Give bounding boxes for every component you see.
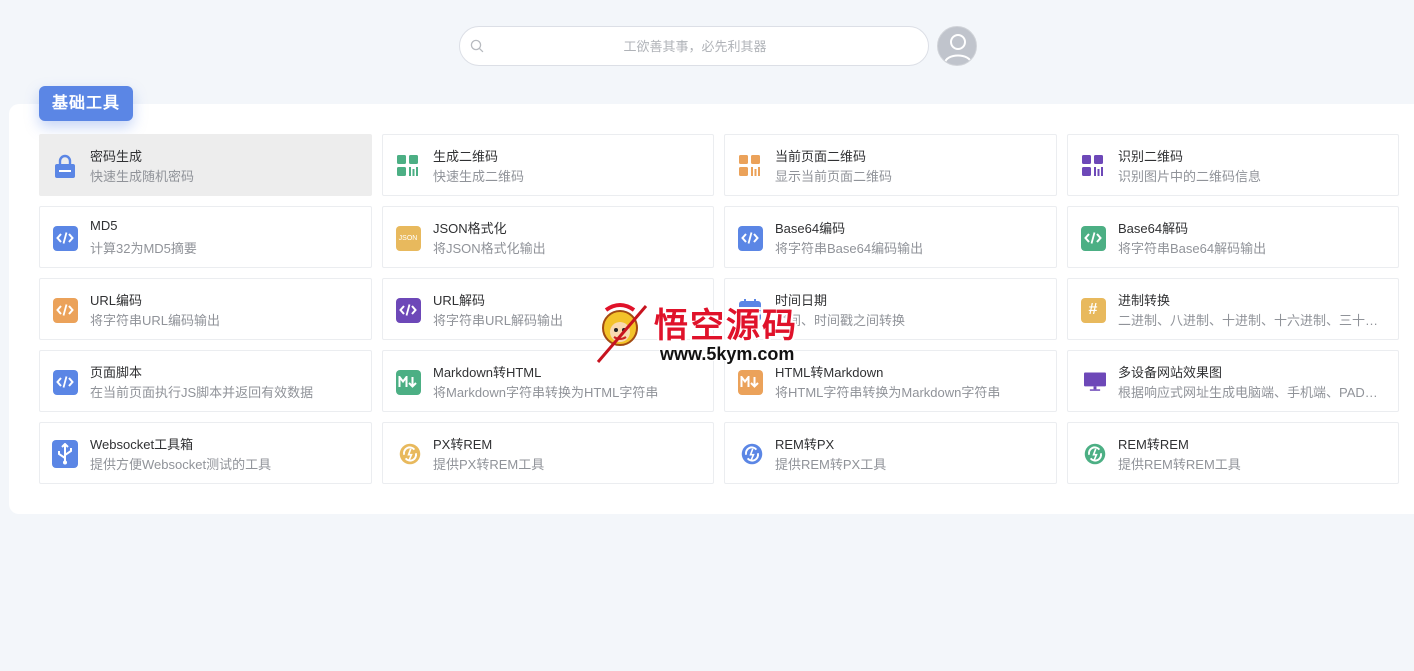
tool-description: 显示当前页面二维码 [775, 169, 893, 184]
qrcode-icon [395, 153, 421, 179]
tool-description: 二进制、八进制、十进制、十六进制、三十二进制 [1118, 313, 1384, 328]
tool-title: Markdown转HTML [433, 365, 542, 380]
calendar-icon [737, 297, 763, 323]
code-icon [737, 225, 763, 251]
tool-title: 生成二维码 [433, 149, 499, 164]
tool-description: 提供REM转PX工具 [775, 457, 887, 472]
qrcode-icon [1080, 153, 1106, 179]
tool-description: 将字符串URL解码输出 [433, 313, 564, 328]
tool-description: 将JSON格式化输出 [433, 241, 546, 256]
tool-description: 将Markdown字符串转换为HTML字符串 [433, 385, 659, 400]
avatar[interactable] [937, 26, 977, 66]
tool-description: 识别图片中的二维码信息 [1118, 169, 1262, 184]
section-title: 基础工具 [39, 86, 133, 121]
code-icon [52, 297, 78, 323]
tool-grid: 密码生成快速生成随机密码 生成二维码快速生成二维码 当前页面二维码显示当前页面二… [39, 134, 1399, 484]
tool-title: Base64编码 [775, 221, 846, 236]
tool-card[interactable]: 密码生成快速生成随机密码 [39, 134, 372, 196]
tool-title: PX转REM [433, 437, 493, 452]
tool-card[interactable]: REM转REM 提供REM转REM工具 [1067, 422, 1399, 484]
tool-title: 密码生成 [90, 149, 143, 164]
tool-title: URL解码 [433, 293, 486, 308]
tool-card[interactable]: 时间日期时间、时间戳之间转换 [724, 278, 1057, 340]
tool-card[interactable]: Markdown转HTML 将Markdown字符串转换为HTML字符串 [382, 350, 714, 412]
tool-description: 提供PX转REM工具 [433, 457, 545, 472]
convert-icon [737, 441, 763, 467]
search-input[interactable] [490, 27, 900, 65]
user-icon [944, 34, 972, 64]
qrcode-icon [737, 153, 763, 179]
lock-icon [52, 153, 78, 179]
page: 基础工具 密码生成快速生成随机密码 生成二维码快速生成二维码 当前页面二维码显示… [0, 0, 1414, 671]
tool-description: 快速生成随机密码 [90, 169, 195, 184]
usb-icon [52, 440, 78, 468]
tool-title: JSON格式化 [433, 221, 507, 236]
tool-card[interactable]: 多设备网站效果图根据响应式网址生成电脑端、手机端、PAD端效果图 [1067, 350, 1399, 412]
tool-card[interactable]: Base64编码将字符串Base64编码输出 [724, 206, 1057, 268]
tool-description: 提供方便Websocket测试的工具 [90, 457, 272, 472]
tool-card[interactable]: 识别二维码识别图片中的二维码信息 [1067, 134, 1399, 196]
tool-card[interactable]: Base64解码将字符串Base64解码输出 [1067, 206, 1399, 268]
code-icon [52, 225, 78, 251]
tool-title: REM转REM [1118, 437, 1189, 452]
tool-description: 将字符串Base64解码输出 [1118, 241, 1267, 256]
hash-icon: # [1080, 297, 1106, 323]
tool-title: MD5 [90, 218, 118, 233]
tool-card[interactable]: URL编码将字符串URL编码输出 [39, 278, 372, 340]
tool-description: 在当前页面执行JS脚本并返回有效数据 [90, 385, 314, 400]
tool-card[interactable]: JSON JSON格式化将JSON格式化输出 [382, 206, 714, 268]
tool-title: HTML转Markdown [775, 365, 884, 380]
tool-card[interactable]: MD5 计算32为MD5摘要 [39, 206, 372, 268]
tool-description: 计算32为MD5摘要 [90, 241, 197, 256]
tool-card[interactable]: REM转PX 提供REM转PX工具 [724, 422, 1057, 484]
tool-card[interactable]: PX转REM 提供PX转REM工具 [382, 422, 714, 484]
tool-description: 将字符串Base64编码输出 [775, 241, 924, 256]
tool-title: 页面脚本 [90, 365, 143, 380]
tool-card[interactable]: 页面脚本在当前页面执行JS脚本并返回有效数据 [39, 350, 372, 412]
tool-description: 将字符串URL编码输出 [90, 313, 221, 328]
tool-title: URL编码 [90, 293, 143, 308]
json-icon: JSON [395, 225, 421, 251]
tool-description: 将HTML字符串转换为Markdown字符串 [775, 385, 1001, 400]
tool-description: 时间、时间戳之间转换 [775, 313, 906, 328]
tool-title: REM转PX [775, 437, 835, 452]
tool-card[interactable]: URL解码将字符串URL解码输出 [382, 278, 714, 340]
tool-title: 时间日期 [775, 293, 828, 308]
tool-title: 当前页面二维码 [775, 149, 867, 164]
tool-description: 快速生成二维码 [433, 169, 525, 184]
tool-title: 识别二维码 [1118, 149, 1184, 164]
code-icon [52, 369, 78, 395]
markdown-icon [737, 369, 763, 395]
search-box[interactable] [459, 26, 929, 66]
tool-card[interactable]: 当前页面二维码显示当前页面二维码 [724, 134, 1057, 196]
tool-description: 根据响应式网址生成电脑端、手机端、PAD端效果图 [1118, 385, 1384, 400]
tool-card[interactable]: # 进制转换二进制、八进制、十进制、十六进制、三十二进制 [1067, 278, 1399, 340]
tool-card[interactable]: HTML转Markdown 将HTML字符串转换为Markdown字符串 [724, 350, 1057, 412]
code-icon [1080, 225, 1106, 251]
tool-title: 进制转换 [1118, 293, 1171, 308]
monitor-icon [1080, 369, 1106, 395]
code-icon [395, 297, 421, 323]
convert-icon [1080, 441, 1106, 467]
tool-card[interactable]: Websocket工具箱提供方便Websocket测试的工具 [39, 422, 372, 484]
tool-title: Websocket工具箱 [90, 437, 194, 452]
tool-card[interactable]: 生成二维码快速生成二维码 [382, 134, 714, 196]
tool-description: 提供REM转REM工具 [1118, 457, 1241, 472]
markdown-icon [395, 369, 421, 395]
tool-title: Base64解码 [1118, 221, 1189, 236]
tool-title: 多设备网站效果图 [1118, 365, 1223, 380]
search-icon [470, 39, 484, 53]
convert-icon [395, 441, 421, 467]
